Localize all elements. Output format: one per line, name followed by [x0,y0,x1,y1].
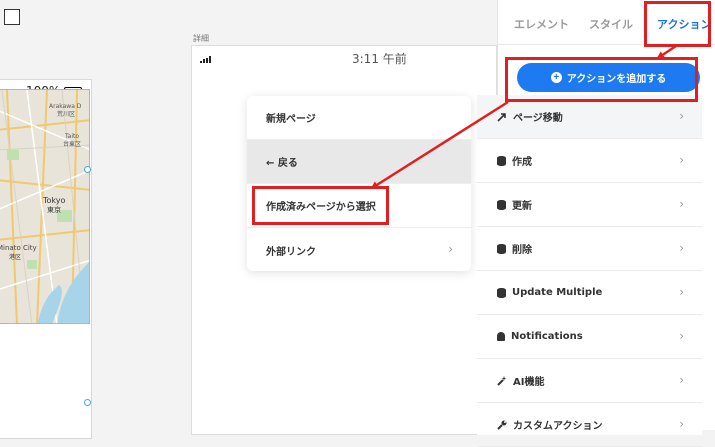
annotation-box-actions-tab [644,1,711,47]
action-label: 更新 [512,201,532,212]
navigation-submenu: 新規ページ ← 戻る 作成済みページから選択 外部リンク › [247,96,471,271]
chevron-right-icon: › [679,109,684,123]
database-icon [497,243,506,254]
map-label: 東京 [47,205,61,214]
action-label: 削除 [512,245,532,256]
resize-handle[interactable] [84,399,91,406]
select-checkbox[interactable] [4,9,20,25]
menu-item-new-page[interactable]: 新規ページ [247,96,471,140]
resize-handle[interactable] [84,166,91,173]
preview-label: 詳細 [193,34,209,43]
action-item-ai[interactable]: AI機能 › [477,359,702,403]
action-label: Notifications [511,331,583,342]
menu-item-label: ← 戻る [266,158,298,169]
map-label: 港区 [9,253,21,261]
database-icon [497,287,506,298]
map-label: Taito [64,133,79,140]
chevron-right-icon: › [679,153,684,167]
action-label: 作成 [512,157,532,168]
chevron-right-icon: › [679,373,684,387]
action-label: ページ移動 [513,113,563,124]
annotation-box-select-existing [252,186,389,225]
chevron-right-icon: › [679,285,684,299]
action-label: AI機能 [513,377,545,388]
status-time: 3:11 午前 [352,52,407,66]
database-icon [497,199,506,210]
map-label: Arakawa D [49,103,82,110]
chevron-right-icon: › [448,242,453,256]
map-label: 荒川区 [57,110,75,118]
wrench-icon [497,420,507,430]
menu-item-back[interactable]: ← 戻る [247,140,471,184]
map-element[interactable]: Arakawa D 荒川区 Taito 台東区 Tokyo 東京 Minato … [0,89,90,324]
bell-icon [497,332,505,341]
menu-item-external-link[interactable]: 外部リンク › [247,228,471,271]
action-list: ページ移動 › 作成 › 更新 › 削除 › Update Multiple ›… [477,95,702,447]
action-item-notifications[interactable]: Notifications › [477,315,702,359]
action-item-update[interactable]: 更新 › [477,183,702,227]
signal-icon [200,56,214,63]
action-item-custom[interactable]: カスタムアクション › [477,403,702,447]
action-label: Update Multiple [512,287,603,298]
menu-item-label: 外部リンク [266,246,316,258]
magic-wand-icon [497,375,507,386]
menu-item-label: 新規ページ [266,114,316,125]
map-label: 台東区 [63,140,81,148]
map-label: Tokyo [42,196,66,205]
annotation-box-add-action [505,57,698,102]
action-item-update-multiple[interactable]: Update Multiple › [477,271,702,315]
map-label: Minato City [0,244,37,252]
tab-elements[interactable]: エレメント [514,16,569,32]
action-item-create[interactable]: 作成 › [477,139,702,183]
map-image: Arakawa D 荒川区 Taito 台東区 Tokyo 東京 Minato … [0,90,89,323]
chevron-right-icon: › [679,329,684,343]
tab-style[interactable]: スタイル [589,16,633,32]
action-item-delete[interactable]: 削除 › [477,227,702,271]
chevron-right-icon: › [679,197,684,211]
chevron-right-icon: › [679,241,684,255]
chevron-right-icon: › [679,417,684,431]
page-move-icon [497,112,507,122]
database-icon [497,155,506,166]
